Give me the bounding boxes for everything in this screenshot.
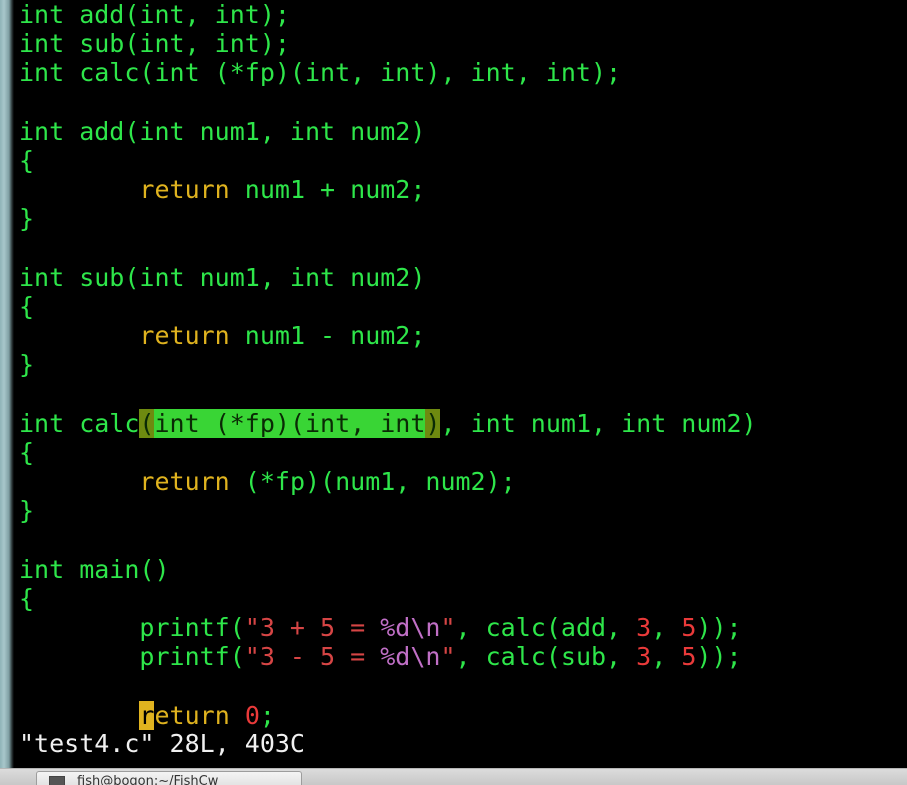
- code-token: printf(: [19, 642, 245, 672]
- code-line[interactable]: int main(): [19, 555, 757, 584]
- code-token: ));: [696, 612, 742, 642]
- code-token: ": [440, 642, 456, 672]
- code-line[interactable]: int add(int, int);: [19, 0, 757, 29]
- screen: int add(int, int); int sub(int, int); int …: [0, 0, 907, 785]
- code-token: 3: [636, 612, 652, 642]
- code-token: (: [139, 408, 155, 438]
- code-token: , calc(add,: [455, 612, 637, 642]
- code-token: return: [139, 467, 230, 496]
- code-line[interactable]: return num1 + num2;: [19, 175, 757, 204]
- code-line[interactable]: [19, 379, 757, 408]
- code-line[interactable]: {: [19, 292, 757, 321]
- code-token: return: [139, 175, 230, 205]
- code-line[interactable]: [19, 525, 757, 554]
- code-token: , calc(sub,: [455, 642, 637, 672]
- code-line[interactable]: return 0;: [19, 700, 757, 730]
- code-line[interactable]: int calc(int (*fp)(int, int), int, int);: [19, 58, 757, 87]
- code-token: (*fp)(num1, num2);: [229, 467, 516, 496]
- taskbar-window-label: fish@bogon:~/FishCw: [77, 774, 219, 785]
- code-line[interactable]: return num1 - num2;: [19, 321, 757, 350]
- code-token: ,: [651, 642, 682, 672]
- code-line[interactable]: int sub(int num1, int num2): [19, 263, 757, 292]
- code-line[interactable]: {: [19, 438, 757, 467]
- code-token: {: [19, 145, 35, 175]
- code-token: {: [19, 583, 35, 613]
- code-token: %d\n: [380, 642, 441, 672]
- code-token: ;: [259, 700, 275, 730]
- code-token: %d\n: [380, 612, 441, 642]
- code-token: int: [19, 29, 65, 59]
- code-token: , int num1, int num2): [440, 408, 757, 438]
- code-token: return: [139, 321, 230, 351]
- code-line[interactable]: [19, 671, 757, 700]
- status-line: "test4.c" 28L, 403C: [19, 729, 305, 758]
- code-line[interactable]: [19, 234, 757, 263]
- code-line[interactable]: printf("3 + 5 = %d\n", calc(add, 3, 5));: [19, 613, 757, 642]
- code-line[interactable]: }: [19, 496, 757, 525]
- code-token: sub(int num1, int num2): [64, 262, 426, 292]
- code-token: int: [19, 554, 65, 584]
- terminal-icon: [49, 776, 65, 785]
- code-token: }: [19, 204, 35, 234]
- code-token: int: [19, 58, 65, 88]
- code-token: 5: [681, 642, 697, 672]
- code-token: num1 + num2;: [229, 175, 426, 205]
- code-token: int: [19, 408, 65, 438]
- code-token: sub(int, int);: [64, 29, 290, 59]
- code-line[interactable]: [19, 88, 757, 117]
- code-token: {: [19, 437, 35, 467]
- code-token: int (*fp)(int, int: [154, 408, 426, 438]
- code-token: printf(: [19, 612, 245, 642]
- code-token: "3 - 5 =: [244, 642, 381, 672]
- code-token: 0: [244, 700, 260, 730]
- taskbar: fish@bogon:~/FishCw: [0, 768, 907, 785]
- code-token: ));: [696, 642, 742, 672]
- code-token: int: [19, 0, 65, 29]
- code-token: calc: [64, 408, 140, 438]
- code-line[interactable]: {: [19, 146, 757, 175]
- code-token: {: [19, 291, 35, 321]
- code-token: add(int, int);: [64, 0, 290, 29]
- code-token: "3 + 5 =: [244, 612, 381, 642]
- code-token: 5: [681, 612, 697, 642]
- code-token: ): [425, 408, 441, 438]
- vim-editor[interactable]: int add(int, int); int sub(int, int); int …: [14, 0, 907, 768]
- code-buffer[interactable]: int add(int, int); int sub(int, int); int …: [19, 0, 757, 730]
- code-token: num1 - num2;: [229, 321, 426, 351]
- code-token: }: [19, 350, 35, 380]
- code-line[interactable]: return (*fp)(num1, num2);: [19, 467, 757, 496]
- text-cursor: r: [139, 700, 155, 730]
- code-token: int: [19, 116, 65, 146]
- code-token: int: [19, 262, 65, 292]
- code-token: eturn: [154, 700, 230, 730]
- code-line[interactable]: {: [19, 584, 757, 613]
- code-line[interactable]: int calc(int (*fp)(int, int), int num1, …: [19, 408, 757, 438]
- taskbar-window-button[interactable]: fish@bogon:~/FishCw: [36, 771, 302, 785]
- code-line[interactable]: int sub(int, int);: [19, 29, 757, 58]
- window-border-left: [0, 0, 14, 768]
- code-token: main(): [64, 554, 170, 584]
- code-token: 3: [636, 642, 652, 672]
- code-line[interactable]: int add(int num1, int num2): [19, 117, 757, 146]
- code-line[interactable]: }: [19, 350, 757, 379]
- code-token: ": [440, 612, 456, 642]
- code-token: calc(int (*fp)(int, int), int, int);: [64, 58, 622, 88]
- code-line[interactable]: }: [19, 204, 757, 233]
- code-token: ,: [651, 612, 682, 642]
- code-line[interactable]: printf("3 - 5 = %d\n", calc(sub, 3, 5));: [19, 642, 757, 671]
- code-token: }: [19, 496, 35, 526]
- code-token: add(int num1, int num2): [64, 116, 426, 146]
